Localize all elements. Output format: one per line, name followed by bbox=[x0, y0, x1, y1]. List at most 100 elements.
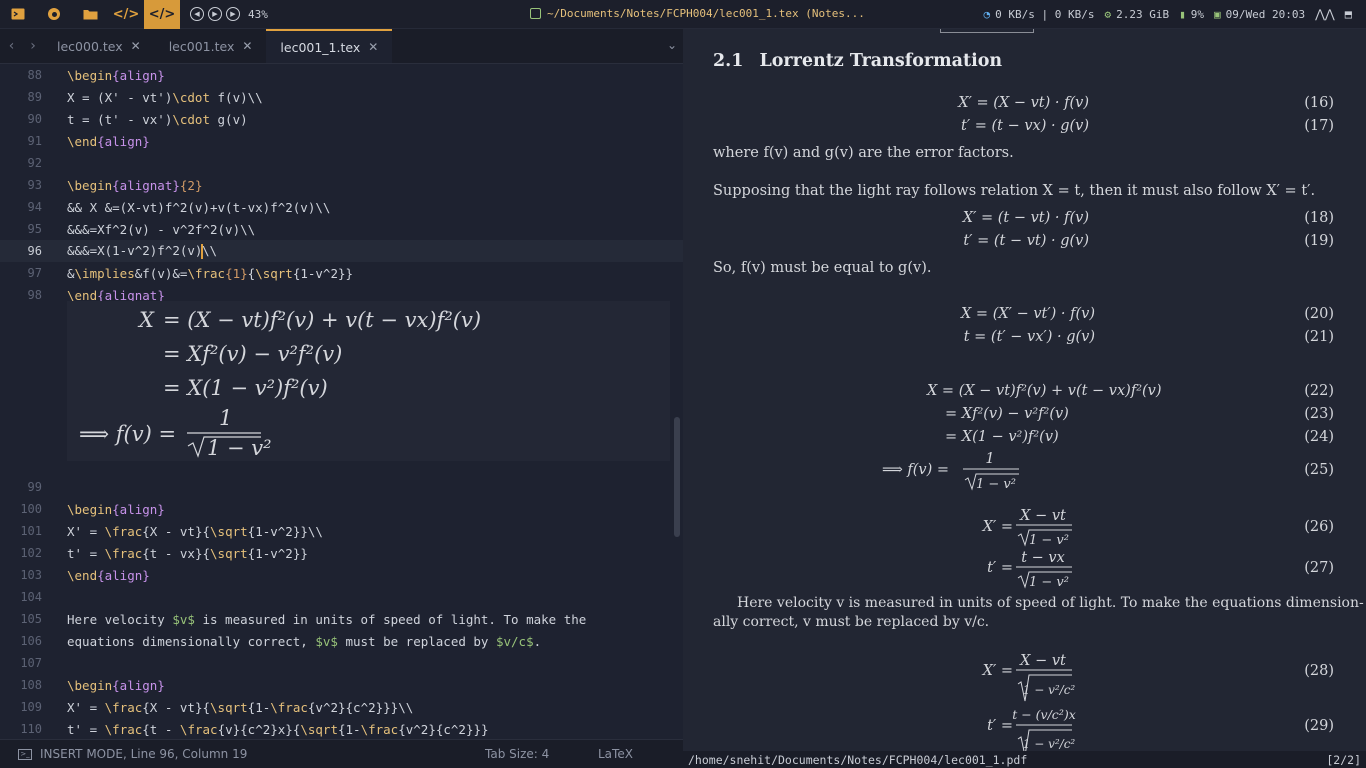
eq20-number: (20) bbox=[1304, 306, 1334, 322]
eq25-number: (25) bbox=[1304, 462, 1334, 478]
code-editor-active[interactable]: </> bbox=[144, 0, 180, 29]
para-velocity-2: ally correct, v must be replaced by v/c. bbox=[713, 614, 989, 630]
eq21-number: (21) bbox=[1304, 329, 1334, 345]
eq19-number: (19) bbox=[1304, 233, 1334, 249]
eq24-number: (24) bbox=[1304, 429, 1334, 445]
date-stat: ▣ 09/Wed 20:03 bbox=[1213, 7, 1306, 21]
eq29-num: t − (v/c²)x bbox=[1012, 707, 1076, 722]
volume-readout: 43% bbox=[248, 7, 268, 21]
preview-row-1-rhs: = (X − vt)f²(v) + v(t − vx)f²(v) bbox=[163, 308, 481, 332]
eq26-lhs: X′ = bbox=[982, 519, 1013, 535]
code-line[interactable]: 94 && X &=(X-vt)f^2(v)+v(t-vx)f^2(v)\\ bbox=[0, 196, 683, 218]
eq16-lhs: X′ = (X − vt) · f(v) bbox=[957, 95, 1089, 111]
code-line[interactable]: 89 X = (X' - vt')\cdot f(v)\\ bbox=[0, 86, 683, 108]
close-icon[interactable]: ✕ bbox=[368, 40, 378, 54]
eq28-num: X − vt bbox=[1019, 653, 1066, 669]
code-line[interactable]: 104 bbox=[0, 586, 683, 608]
play-icon[interactable]: ▶ bbox=[208, 7, 222, 21]
chevron-down-icon[interactable]: ⌄ bbox=[667, 38, 677, 52]
code-line[interactable]: 105 Here velocity $v$ is measured in unit… bbox=[0, 608, 683, 630]
eq17-lhs: t′ = (t − vx) · g(v) bbox=[961, 118, 1089, 134]
terminal-icon[interactable]: >_ bbox=[18, 748, 32, 760]
close-icon[interactable]: ✕ bbox=[242, 39, 252, 53]
para-so: So, f(v) must be equal to g(v). bbox=[713, 260, 931, 276]
code-line[interactable]: 109 X' = \frac{X - vt}{\sqrt{1-\frac{v^2}… bbox=[0, 696, 683, 718]
code-line[interactable]: 99 bbox=[0, 476, 683, 498]
tab-lec000[interactable]: lec000.tex ✕ bbox=[43, 29, 155, 63]
code-line[interactable]: 106 equations dimensionally correct, $v$ … bbox=[0, 630, 683, 652]
previous-icon[interactable]: ◀ bbox=[190, 7, 204, 21]
top-system-bar: </> </> ◀ ▶ ▶ 43% ~/Documents/Notes/FCPH… bbox=[0, 0, 1366, 29]
preview-row-4-den: 1 − v² bbox=[207, 436, 272, 460]
eq28-number: (28) bbox=[1304, 663, 1334, 679]
terminal-launcher[interactable] bbox=[0, 0, 36, 29]
media-controls: ◀ ▶ ▶ bbox=[190, 7, 240, 21]
language-indicator[interactable]: LaTeX bbox=[598, 747, 633, 761]
eq22: X = (X − vt)f²(v) + v(t − vx)f²(v) bbox=[926, 383, 1162, 399]
eq27-number: (27) bbox=[1304, 560, 1334, 576]
tab-size-indicator[interactable]: Tab Size: 4 bbox=[485, 747, 549, 761]
code-line[interactable]: 108 \begin{align} bbox=[0, 674, 683, 696]
code-line[interactable]: 103 \end{align} bbox=[0, 564, 683, 586]
system-stats: ◔ 0 KB/s | 0 KB/s ⚙ 2.23 GiB ▮ 9% ▣ 09/W… bbox=[984, 7, 1352, 21]
back-arrow-icon[interactable]: ‹ bbox=[0, 29, 23, 63]
close-icon[interactable]: ✕ bbox=[131, 39, 141, 53]
code-icon: </> bbox=[112, 6, 140, 22]
cpu-stat: ▮ 9% bbox=[1179, 7, 1204, 21]
eq25-num: 1 bbox=[985, 451, 994, 467]
preview-row-2: = Xf²(v) − v²f²(v) bbox=[163, 342, 342, 366]
eq20-lhs: X = (X′ − vt′) · f(v) bbox=[960, 306, 1095, 322]
code-line[interactable]: 110 t' = \frac{t - \frac{v}{c^2}x}{\sqrt{… bbox=[0, 718, 683, 739]
eq27-num: t − vx bbox=[1021, 550, 1065, 566]
code-line[interactable]: 102 t' = \frac{t - vx}{\sqrt{1-v^2}} bbox=[0, 542, 683, 564]
editor-scrollbar[interactable] bbox=[674, 417, 680, 537]
code-line[interactable]: 97 &\implies&f(v)&=\frac{1}{\sqrt{1-v^2}} bbox=[0, 262, 683, 284]
code-line[interactable]: 100 \begin{align} bbox=[0, 498, 683, 520]
tab-lec001-1[interactable]: lec001_1.tex ✕ bbox=[266, 29, 393, 63]
editor-status-bar: >_ INSERT MODE, Line 96, Column 19 Tab S… bbox=[0, 739, 683, 768]
eq27-den: 1 − v² bbox=[1029, 575, 1069, 590]
preview-row-4-lhs: ⟹ f(v) = bbox=[79, 422, 176, 446]
forward-arrow-icon[interactable]: › bbox=[23, 29, 43, 63]
window-icon bbox=[530, 8, 541, 19]
code-line[interactable]: 93 \begin{alignat}{2} bbox=[0, 174, 683, 196]
eq19-lhs: t′ = (t − vt) · g(v) bbox=[963, 233, 1089, 249]
firefox-launcher[interactable] bbox=[36, 0, 72, 29]
cpu-icon: ▮ bbox=[1179, 7, 1186, 21]
power-icon[interactable]: ⬒ bbox=[1345, 7, 1352, 21]
terminal-icon bbox=[11, 8, 25, 20]
preview-row-1-lhs: X bbox=[137, 308, 155, 332]
eq18-lhs: X′ = (t − vt) · f(v) bbox=[962, 210, 1089, 226]
eq28-den: 1 − v²/c² bbox=[1023, 683, 1076, 697]
eq29-lhs: t′ = bbox=[987, 718, 1013, 734]
code-line[interactable]: 91 \end{align} bbox=[0, 130, 683, 152]
code-line[interactable]: 95 &&&=Xf^2(v) - v^2f^2(v)\\ bbox=[0, 218, 683, 240]
preview-row-4-num: 1 bbox=[219, 406, 232, 430]
editor-tab-bar: ‹ › lec000.tex ✕ lec001.tex ✕ lec001_1.t… bbox=[0, 29, 683, 64]
files-launcher[interactable] bbox=[72, 0, 108, 29]
code-launcher[interactable]: </> bbox=[108, 0, 144, 29]
tab-lec001[interactable]: lec001.tex ✕ bbox=[155, 29, 267, 63]
pdf-status-bar: /home/snehit/Documents/Notes/FCPH004/lec… bbox=[683, 751, 1366, 768]
para-velocity-1: Here velocity v is measured in units of … bbox=[737, 595, 1364, 611]
eq18-number: (18) bbox=[1304, 210, 1334, 226]
folder-icon bbox=[83, 10, 97, 20]
eq28-lhs: X′ = bbox=[982, 663, 1013, 679]
memory-chip-icon: ⚙ bbox=[1104, 7, 1112, 21]
code-line[interactable]: 92 bbox=[0, 152, 683, 174]
calendar-icon: ▣ bbox=[1213, 7, 1221, 21]
code-line[interactable]: 88 \begin{align} bbox=[0, 64, 683, 86]
arch-logo-icon[interactable]: ⋀⋀ bbox=[1315, 7, 1335, 21]
current-code-line[interactable]: 96 &&&=X(1-v^2)f^2(v)\\ bbox=[0, 240, 683, 262]
pdf-viewer[interactable]: 2.1 Lorrentz Transformation X′ = (X − vt)… bbox=[683, 29, 1366, 751]
code-active-icon: </> bbox=[148, 6, 176, 22]
eq26-den: 1 − v² bbox=[1029, 533, 1069, 548]
code-line[interactable]: 107 bbox=[0, 652, 683, 674]
mode-indicator: INSERT MODE, Line 96, Column 19 bbox=[40, 747, 248, 761]
code-line[interactable]: 101 X' = \frac{X - vt}{\sqrt{1-v^2}}\\ bbox=[0, 520, 683, 542]
eq23: = Xf²(v) − v²f²(v) bbox=[945, 406, 1069, 422]
next-icon[interactable]: ▶ bbox=[226, 7, 240, 21]
eq16-number: (16) bbox=[1304, 95, 1334, 111]
code-line[interactable]: 90 t = (t' - vx')\cdot g(v) bbox=[0, 108, 683, 130]
eq22-number: (22) bbox=[1304, 383, 1334, 399]
